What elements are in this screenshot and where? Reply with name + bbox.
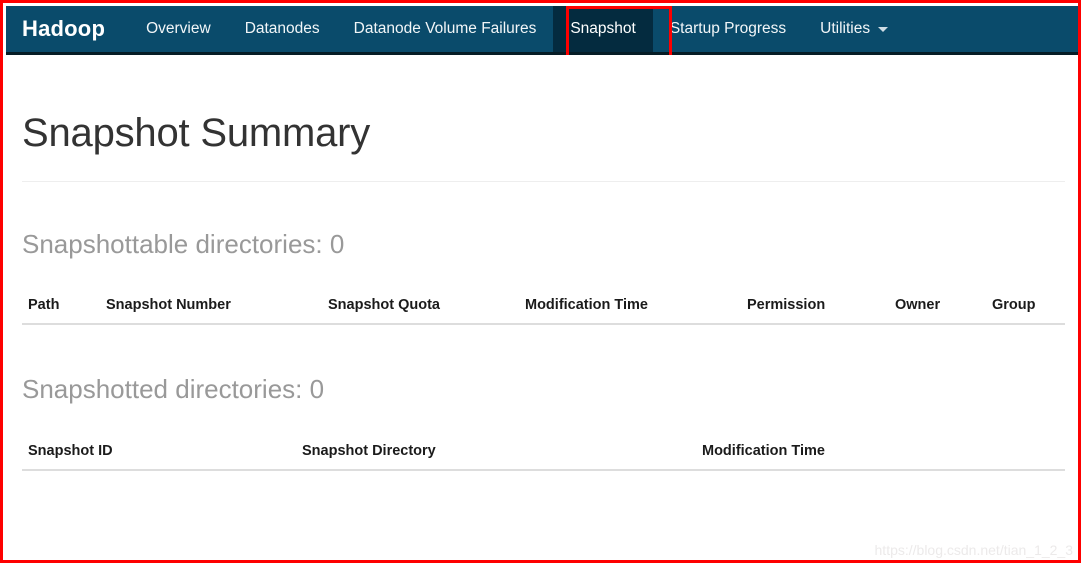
page-content: Snapshot Summary Snapshottable directori… (6, 55, 1078, 560)
table-header-row: Snapshot ID Snapshot Directory Modificat… (22, 435, 1065, 472)
spacer-after-title (22, 182, 1065, 230)
nav-item-utilities-label: Utilities (820, 20, 871, 38)
snapshottable-directories-table: Path Snapshot Number Snapshot Quota Modi… (22, 288, 1065, 325)
column-header-group[interactable]: Group (992, 288, 1065, 325)
spacer-after-heading-1 (22, 259, 1065, 289)
brand-hadoop[interactable]: Hadoop (6, 6, 129, 52)
nav-item-overview[interactable]: Overview (129, 6, 228, 52)
column-header-snapshot-quota[interactable]: Snapshot Quota (328, 288, 525, 325)
column-header-permission[interactable]: Permission (747, 288, 895, 325)
nav-item-startup-progress[interactable]: Startup Progress (653, 6, 803, 52)
spacer-after-heading-2 (22, 403, 1065, 435)
column-header-path[interactable]: Path (22, 288, 106, 325)
snapshottable-table-head: Path Snapshot Number Snapshot Quota Modi… (22, 288, 1065, 325)
snapshottable-directories-heading: Snapshottable directories: 0 (22, 229, 345, 259)
snapshotted-table-head: Snapshot ID Snapshot Directory Modificat… (22, 435, 1065, 472)
nav-item-snapshot[interactable]: Snapshot (553, 6, 653, 52)
snapshottable-directories-table-wrap: Path Snapshot Number Snapshot Quota Modi… (22, 288, 1065, 325)
nav-item-utilities[interactable]: Utilities (803, 6, 905, 52)
nav-item-datanode-volume-failures-label: Datanode Volume Failures (353, 20, 537, 38)
snapshotted-directories-table-wrap: Snapshot ID Snapshot Directory Modificat… (22, 435, 1065, 472)
nav-item-datanodes[interactable]: Datanodes (228, 6, 337, 52)
screenshot-frame: Hadoop Overview Datanodes Datanode Volum… (0, 0, 1081, 563)
nav-item-startup-progress-label: Startup Progress (669, 20, 787, 38)
snapshotted-directories-heading: Snapshotted directories: 0 (22, 373, 325, 404)
main-navbar: Hadoop Overview Datanodes Datanode Volum… (6, 6, 1078, 58)
column-header-owner[interactable]: Owner (895, 288, 992, 325)
watermark-text: https://blog.csdn.net/tian_1_2_3 (874, 542, 1073, 558)
nav-item-datanodes-label: Datanodes (244, 20, 320, 38)
nav-item-datanode-volume-failures[interactable]: Datanode Volume Failures (337, 6, 554, 52)
column-header-snapshot-directory[interactable]: Snapshot Directory (302, 435, 702, 472)
page-title: Snapshot Summary (22, 111, 371, 155)
snapshotted-directories-table: Snapshot ID Snapshot Directory Modificat… (22, 435, 1065, 472)
nav-item-overview-label: Overview (146, 20, 211, 38)
chevron-down-icon (878, 26, 889, 32)
column-header-modification-time[interactable]: Modification Time (525, 288, 747, 325)
column-header-snapshot-modification-time[interactable]: Modification Time (702, 435, 1065, 472)
column-header-snapshot-number[interactable]: Snapshot Number (106, 288, 328, 325)
table-header-row: Path Snapshot Number Snapshot Quota Modi… (22, 288, 1065, 325)
navbar-inner: Hadoop Overview Datanodes Datanode Volum… (6, 6, 1078, 52)
nav-item-snapshot-label: Snapshot (570, 20, 636, 38)
content-container: Snapshot Summary Snapshottable directori… (22, 55, 1065, 472)
column-header-snapshot-id[interactable]: Snapshot ID (22, 435, 302, 472)
spacer-between-sections (22, 325, 1065, 375)
